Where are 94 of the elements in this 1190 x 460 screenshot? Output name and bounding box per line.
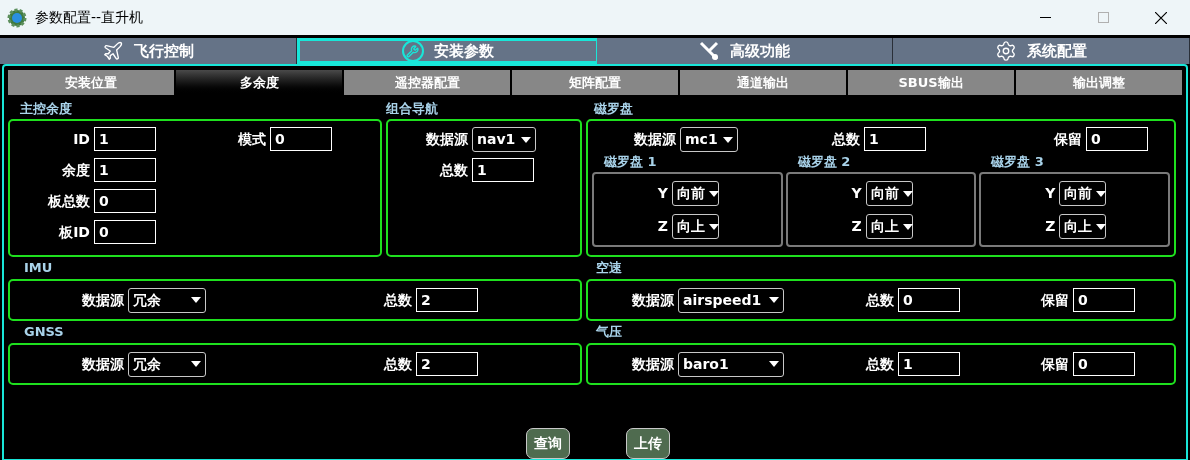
field-label: Z — [1045, 217, 1056, 236]
section-title: GNSS — [24, 323, 65, 341]
input-field[interactable]: 0 — [1086, 127, 1148, 151]
field-label: 数据源 — [82, 290, 124, 310]
dropdown[interactable]: 向前 — [1059, 181, 1107, 206]
section-title: 磁罗盘 3 — [991, 153, 1045, 171]
dropdown[interactable]: 向前 — [865, 181, 913, 206]
window-title: 参数配置--直升机 — [35, 8, 144, 27]
dropdown[interactable]: 向上 — [865, 214, 913, 239]
action-button[interactable]: 上传 — [626, 428, 670, 459]
sub-tab[interactable]: 通道输出 — [680, 70, 846, 95]
field-label: 数据源 — [426, 130, 468, 149]
field-label: 数据源 — [632, 354, 674, 374]
section-title: IMU — [24, 259, 54, 277]
caret-icon — [191, 361, 201, 367]
dropdown[interactable]: 向上 — [672, 214, 719, 239]
field-label: 总数 — [440, 160, 468, 180]
field-label: Y — [657, 184, 668, 203]
field-label: 数据源 — [82, 354, 124, 374]
main-tab[interactable]: 飞行控制 — [0, 38, 297, 64]
caret-icon — [709, 190, 719, 197]
field-label: 保留 — [1054, 129, 1082, 149]
field-label: 总数 — [384, 354, 412, 374]
caret-icon — [709, 223, 719, 230]
input-field[interactable]: 1 — [94, 127, 156, 151]
wrench-icon — [401, 40, 424, 62]
dropdown[interactable]: 向上 — [1059, 214, 1107, 239]
section-title: 磁罗盘 — [594, 100, 634, 118]
caret-icon — [521, 136, 531, 143]
field-label: 余度 — [62, 160, 90, 180]
input-field[interactable]: 0 — [94, 220, 156, 244]
input-field[interactable]: 1 — [898, 352, 960, 376]
input-field[interactable]: 1 — [864, 127, 926, 151]
field-label: 数据源 — [632, 290, 674, 310]
field-label: 板总数 — [48, 191, 90, 211]
app-icon — [7, 7, 27, 28]
caret-icon — [191, 297, 201, 303]
dropdown[interactable]: airspeed1 — [678, 287, 784, 313]
field-label: 保留 — [1041, 354, 1069, 374]
input-field[interactable]: 2 — [416, 352, 478, 376]
section-title: 空速 — [596, 259, 623, 277]
input-field[interactable]: 0 — [94, 189, 156, 213]
sub-tab[interactable]: 矩阵配置 — [512, 70, 678, 95]
dropdown[interactable]: 冗余 — [128, 351, 206, 377]
field-label: 模式 — [238, 129, 266, 149]
dropdown[interactable]: 冗余 — [128, 287, 206, 313]
field-label: Y — [851, 184, 862, 203]
caret-icon — [902, 223, 913, 230]
section-title: 主控余度 — [20, 100, 73, 118]
field-label: Y — [1045, 184, 1056, 203]
input-field[interactable]: 0 — [1073, 288, 1135, 312]
caret-icon — [769, 297, 779, 303]
field-label: ID — [73, 129, 90, 149]
section-title: 磁罗盘 1 — [604, 153, 658, 171]
maximize-icon — [1097, 12, 1109, 23]
input-field[interactable]: 1 — [94, 158, 156, 182]
field-label: Z — [851, 217, 862, 236]
field-label: 总数 — [384, 290, 412, 310]
section-title: 磁罗盘 2 — [797, 153, 852, 171]
dropdown[interactable]: nav1 — [472, 127, 536, 152]
input-field[interactable]: 0 — [270, 127, 332, 151]
field-label: 总数 — [866, 290, 894, 310]
main-tab[interactable]: 高级功能 — [596, 38, 894, 64]
caret-icon — [769, 361, 779, 367]
dropdown[interactable]: baro1 — [678, 351, 784, 377]
field-label: Z — [657, 217, 668, 236]
field-label: 总数 — [832, 129, 860, 149]
input-field[interactable]: 1 — [472, 158, 534, 182]
settings-icon — [995, 40, 1018, 62]
caret-icon — [902, 190, 913, 197]
input-field[interactable]: 2 — [416, 288, 478, 312]
dropdown[interactable]: mc1 — [680, 127, 738, 152]
section-title: 气压 — [596, 323, 623, 341]
field-label: 数据源 — [634, 130, 676, 149]
caret-icon — [1096, 223, 1107, 230]
field-label: 总数 — [866, 354, 894, 374]
sub-tab[interactable]: 输出调整 — [1016, 70, 1182, 95]
minimize-icon — [1039, 16, 1051, 19]
sub-tab[interactable]: 安装位置 — [8, 70, 174, 95]
main-tab[interactable]: 系统配置 — [893, 38, 1190, 64]
sub-tab[interactable]: 遥控器配置 — [344, 70, 510, 95]
sub-tab[interactable]: SBUS输出 — [848, 70, 1014, 95]
action-button[interactable]: 查询 — [526, 428, 570, 459]
input-field[interactable]: 0 — [898, 288, 960, 312]
caret-icon — [723, 136, 733, 143]
dropdown[interactable]: 向前 — [672, 181, 719, 206]
close-icon — [1155, 11, 1167, 24]
input-field[interactable]: 0 — [1073, 352, 1135, 376]
field-label: 板ID — [59, 222, 90, 242]
field-label: 保留 — [1041, 290, 1069, 310]
section-title: 组合导航 — [386, 100, 439, 118]
caret-icon — [1096, 190, 1107, 197]
main-tab[interactable]: 安装参数 — [296, 38, 597, 64]
plane-icon — [101, 40, 124, 62]
